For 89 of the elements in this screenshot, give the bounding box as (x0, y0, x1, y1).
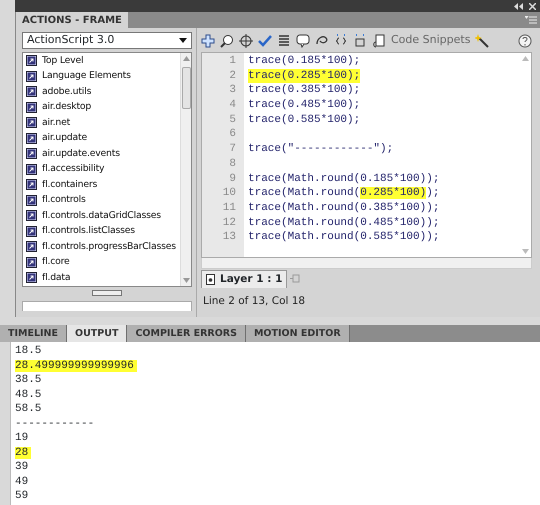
output-line: 18.5 (15, 345, 42, 357)
library-item[interactable]: fl.core (23, 254, 180, 270)
library-item[interactable]: Top Level (23, 53, 180, 68)
target-button[interactable] (239, 34, 253, 48)
line-number: 1 (228, 54, 236, 69)
caret-icon (179, 38, 187, 43)
code-snippets-label: Code Snippets (391, 32, 470, 48)
scrollbar-thumb[interactable] (182, 67, 190, 109)
wand-button[interactable] (475, 34, 490, 48)
panel-tab[interactable]: ACTIONS - FRAME (16, 12, 128, 28)
scrollbar[interactable] (180, 53, 191, 286)
library-item[interactable]: fl.controls.dataGridClasses (23, 208, 180, 224)
book-icon (26, 148, 37, 160)
code-line: trace(Math.round(0.385*100)); (248, 201, 440, 216)
library-item[interactable]: air.update (23, 130, 180, 146)
book-icon (26, 117, 37, 128)
book-icon (26, 194, 37, 206)
output-line: 48.5 (15, 388, 42, 400)
library-item[interactable]: fl.containers (23, 177, 180, 192)
code-line: trace(0.185*100); (248, 54, 360, 69)
line-number: 4 (228, 98, 236, 113)
library-item[interactable]: fl.controls (23, 192, 180, 208)
panel-tab[interactable]: TIMELINE (0, 325, 67, 342)
library-item[interactable]: fl.controls.progressBarClasses (23, 239, 180, 254)
book-icon (26, 272, 37, 284)
book-icon (26, 241, 37, 252)
close-icon[interactable] (529, 2, 536, 10)
comment-button[interactable] (296, 34, 310, 48)
code-line: trace(0.385*100); (248, 83, 360, 98)
line-number: 2 (228, 68, 236, 84)
line-number: 6 (228, 127, 236, 142)
book-icon (26, 86, 37, 98)
code-line: trace(0.585*100); (248, 112, 360, 128)
code-line: trace("------------"); (248, 142, 394, 157)
line-number: 10 (222, 186, 236, 201)
panel-tab[interactable]: OUTPUT (67, 325, 128, 342)
horizontal-scrollbar[interactable] (201, 258, 532, 269)
collapse-icon[interactable] (514, 2, 523, 10)
code-line: trace(Math.round(0.485*100)); (248, 216, 440, 230)
layer-tab[interactable]: Layer 1 : 1 (201, 270, 288, 288)
book-icon (26, 179, 37, 190)
code-line: trace(0.485*100); (248, 98, 360, 113)
status-text: Line 2 of 13, Col 18 (202, 294, 306, 309)
library-item[interactable]: air.update.events (23, 146, 180, 162)
library-item[interactable]: air.net (23, 115, 180, 130)
library-item[interactable]: air.desktop (23, 100, 180, 115)
book-icon (26, 132, 37, 144)
code-line: trace(Math.round(0.585*100)); (248, 230, 440, 246)
book-icon (26, 164, 37, 175)
output-line: ------------ (15, 418, 96, 430)
help-button[interactable] (518, 34, 532, 48)
add-button[interactable] (201, 34, 215, 48)
line-number: 7 (228, 142, 236, 157)
library-item[interactable]: fl.data (23, 270, 180, 286)
line-number: 9 (228, 172, 236, 186)
line-number: 5 (228, 112, 236, 128)
line-number: 11 (222, 200, 236, 216)
panel-tab[interactable]: MOTION EDITOR (246, 325, 350, 342)
library-item[interactable]: adobe.utils (23, 84, 180, 100)
code-line: trace(Math.round(0.285*100)); (248, 186, 440, 201)
library-item[interactable]: fl.controls.listClasses (23, 224, 180, 239)
line-number: 12 (222, 216, 236, 230)
line-number: 3 (228, 83, 236, 98)
panel-tab[interactable]: COMPILER ERRORS (127, 325, 246, 342)
braces-button[interactable] (334, 34, 348, 48)
output-line: 19 (15, 432, 30, 444)
output-line: 59 (15, 490, 30, 502)
code-line: trace(Math.round(0.185*100)); (248, 172, 440, 186)
output-line: 39 (15, 461, 30, 473)
search-button[interactable] (220, 34, 234, 48)
splitter-handle[interactable] (92, 290, 122, 296)
line-number: 8 (228, 156, 236, 172)
book-icon (26, 256, 37, 268)
language-dropdown[interactable]: ActionScript 3.0 (22, 32, 192, 49)
book-icon (26, 70, 37, 82)
layer-icon (206, 274, 215, 285)
library-item[interactable]: fl.accessibility (23, 162, 180, 177)
line-number: 13 (222, 230, 236, 245)
library-item[interactable]: Language Elements (23, 68, 180, 84)
book-icon (26, 102, 37, 113)
output-line: 58.5 (15, 403, 42, 415)
check-button[interactable] (258, 34, 272, 48)
book-icon (26, 210, 37, 222)
format-button[interactable] (277, 34, 291, 48)
menu-icon[interactable] (525, 16, 537, 25)
output-line: 49 (15, 476, 30, 488)
book-icon (26, 55, 37, 66)
book-icon (26, 226, 37, 237)
output-line: 38.5 (15, 374, 42, 386)
